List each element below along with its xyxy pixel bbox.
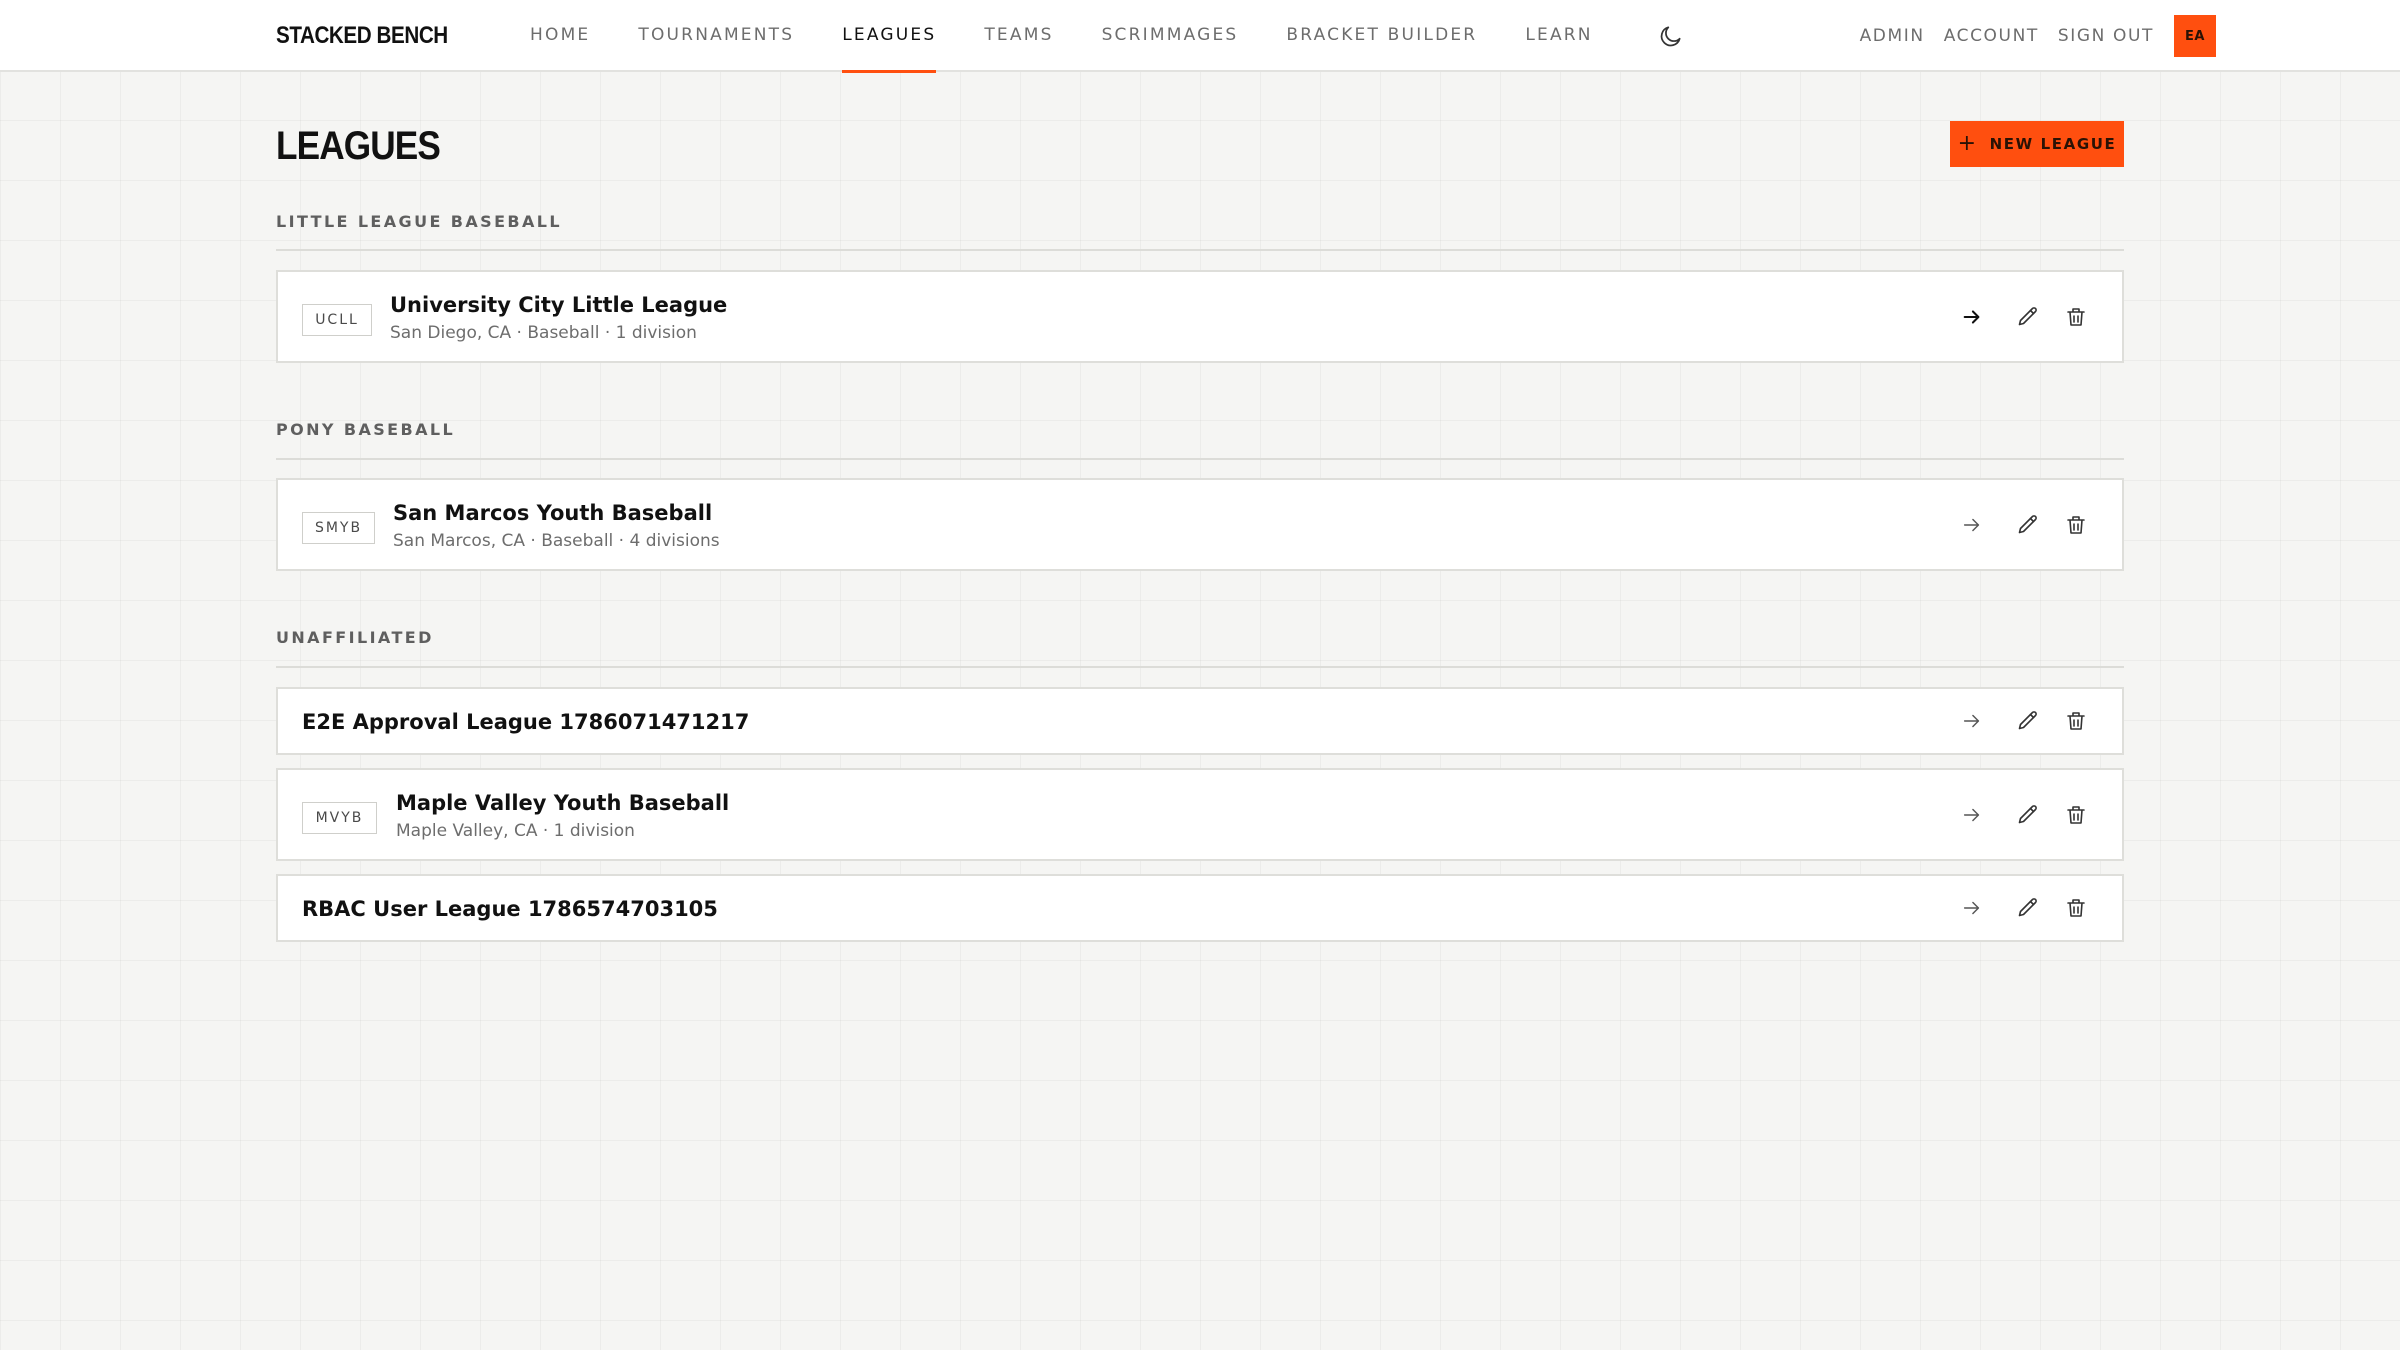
arrow-right-icon[interactable]	[1958, 707, 1986, 735]
main-nav: HOME TOURNAMENTS LEAGUES TEAMS SCRIMMAGE…	[530, 0, 1641, 73]
account-link[interactable]: ACCOUNT	[1944, 26, 2039, 46]
league-abbr-badge: UCLL	[302, 304, 372, 336]
new-league-label: NEW LEAGUE	[1989, 135, 2117, 153]
arrow-right-icon[interactable]	[1958, 894, 1986, 922]
row-actions	[1958, 480, 2090, 569]
section-divider	[276, 458, 2124, 460]
league-meta: Maple Valley, CA · 1 division	[396, 821, 635, 841]
section-divider	[276, 666, 2124, 668]
league-meta: San Marcos, CA · Baseball · 4 divisions	[393, 531, 720, 551]
pencil-icon[interactable]	[2014, 511, 2042, 539]
trash-icon[interactable]	[2062, 303, 2090, 331]
league-row[interactable]: MVYB Maple Valley Youth Baseball Maple V…	[276, 768, 2124, 861]
page-title: LEAGUES	[276, 124, 441, 168]
pencil-icon[interactable]	[2014, 303, 2042, 331]
brand-logo[interactable]: STACKED BENCH	[276, 22, 448, 50]
pencil-icon[interactable]	[2014, 707, 2042, 735]
league-name: E2E Approval League 1786071471217	[302, 710, 750, 734]
account-nav: ADMIN ACCOUNT SIGN OUT EA	[1841, 0, 2216, 72]
league-abbr-badge: MVYB	[302, 802, 377, 834]
section-title-pony-baseball: PONY BASEBALL	[276, 420, 456, 439]
trash-icon[interactable]	[2062, 894, 2090, 922]
section-divider	[276, 249, 2124, 251]
nav-bracket-builder[interactable]: BRACKET BUILDER	[1286, 0, 1477, 72]
trash-icon[interactable]	[2062, 801, 2090, 829]
league-abbr-badge: SMYB	[302, 512, 375, 544]
arrow-right-icon[interactable]	[1958, 801, 1986, 829]
pencil-icon[interactable]	[2014, 801, 2042, 829]
league-row[interactable]: E2E Approval League 1786071471217	[276, 687, 2124, 755]
league-row[interactable]: UCLL University City Little League San D…	[276, 270, 2124, 363]
section-title-little-league: LITTLE LEAGUE BASEBALL	[276, 212, 562, 231]
league-row[interactable]: SMYB San Marcos Youth Baseball San Marco…	[276, 478, 2124, 571]
nav-scrimmages[interactable]: SCRIMMAGES	[1102, 0, 1239, 72]
nav-learn[interactable]: LEARN	[1525, 0, 1592, 72]
arrow-right-icon[interactable]	[1958, 303, 1986, 331]
arrow-right-icon[interactable]	[1958, 511, 1986, 539]
pencil-icon[interactable]	[2014, 894, 2042, 922]
nav-leagues[interactable]: LEAGUES	[842, 0, 937, 73]
row-actions	[1958, 876, 2090, 940]
league-name: San Marcos Youth Baseball	[393, 501, 713, 525]
section-title-unaffiliated: UNAFFILIATED	[276, 628, 434, 647]
nav-tournaments[interactable]: TOURNAMENTS	[638, 0, 794, 72]
league-name: Maple Valley Youth Baseball	[396, 791, 730, 815]
row-actions	[1958, 770, 2090, 859]
nav-home[interactable]: HOME	[530, 0, 590, 72]
avatar[interactable]: EA	[2174, 15, 2216, 57]
league-name: RBAC User League 1786574703105	[302, 897, 718, 921]
sign-out-link[interactable]: SIGN OUT	[2058, 26, 2154, 46]
nav-teams[interactable]: TEAMS	[984, 0, 1053, 72]
row-actions	[1958, 689, 2090, 753]
top-nav: STACKED BENCH HOME TOURNAMENTS LEAGUES T…	[0, 0, 2400, 73]
moon-icon[interactable]	[1658, 23, 1684, 49]
row-actions	[1958, 272, 2090, 361]
admin-link[interactable]: ADMIN	[1860, 26, 1925, 46]
new-league-button[interactable]: + NEW LEAGUE	[1950, 121, 2124, 167]
league-meta: San Diego, CA · Baseball · 1 division	[390, 323, 697, 343]
trash-icon[interactable]	[2062, 707, 2090, 735]
plus-icon: +	[1957, 131, 1978, 156]
trash-icon[interactable]	[2062, 511, 2090, 539]
league-name: University City Little League	[390, 293, 728, 317]
league-row[interactable]: RBAC User League 1786574703105	[276, 874, 2124, 942]
